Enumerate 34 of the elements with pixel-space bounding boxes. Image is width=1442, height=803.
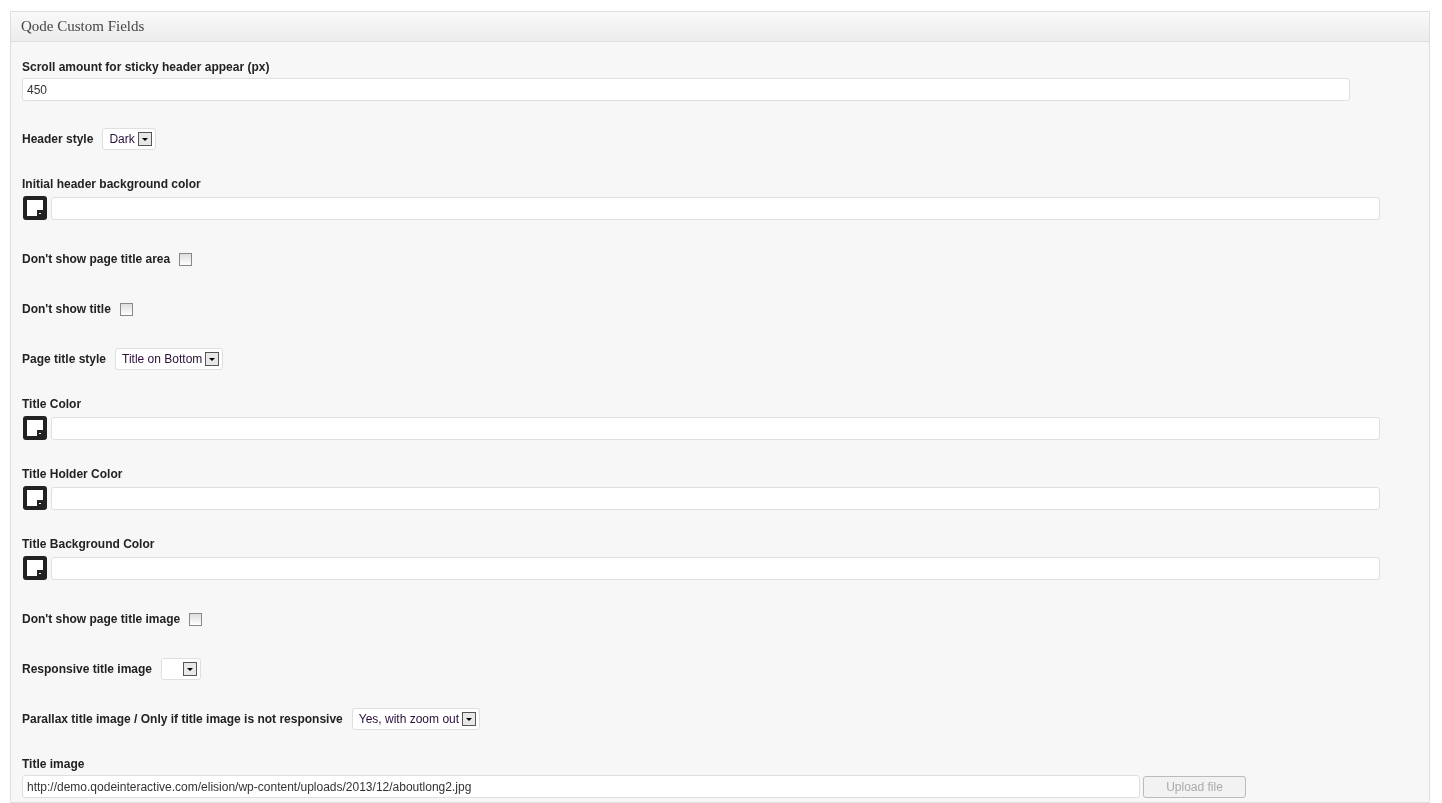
field-label: Title Background Color	[22, 537, 156, 551]
checkbox[interactable]	[179, 252, 193, 266]
field-label: Title image	[22, 757, 86, 771]
field-label: Don't show page title image	[22, 612, 181, 626]
color-field[interactable]	[51, 416, 1380, 440]
dropdown[interactable]: Yes, with zoom out	[351, 708, 481, 730]
field-label: Parallax title image / Only if title image is not responsive	[22, 712, 343, 726]
panel-title: Qode Custom Fields	[21, 18, 145, 35]
field-label: Don't show title	[22, 302, 111, 316]
input-field[interactable]: 450	[22, 78, 1350, 101]
field-label: Page title style	[22, 352, 107, 366]
checkbox[interactable]	[189, 612, 203, 626]
dropdown[interactable]: Dark	[102, 128, 156, 150]
caret-icon	[205, 352, 220, 366]
field-label: Title Color	[22, 397, 83, 411]
color-field[interactable]	[51, 196, 1380, 220]
color-picker-icon[interactable]	[22, 485, 48, 511]
checkbox[interactable]	[119, 302, 133, 316]
field-label: Responsive title image	[22, 662, 153, 676]
caret-icon	[462, 712, 477, 726]
dropdown[interactable]: Title on Bottom	[115, 348, 224, 370]
field-label: Title Holder Color	[22, 467, 124, 481]
color-field[interactable]	[51, 486, 1380, 510]
color-picker-icon[interactable]	[22, 555, 48, 581]
field-label: Initial header background color	[22, 177, 202, 191]
color-picker-icon[interactable]	[22, 415, 48, 441]
color-field[interactable]	[51, 556, 1380, 580]
field-label: Don't show page title area	[22, 252, 171, 266]
color-picker-icon[interactable]	[22, 195, 48, 221]
caret-icon	[137, 132, 152, 146]
field-label: Scroll amount for sticky header appear (px)	[22, 60, 271, 74]
caret-icon	[183, 662, 198, 676]
dropdown[interactable]	[161, 658, 202, 680]
field-label: Header style	[22, 132, 94, 146]
